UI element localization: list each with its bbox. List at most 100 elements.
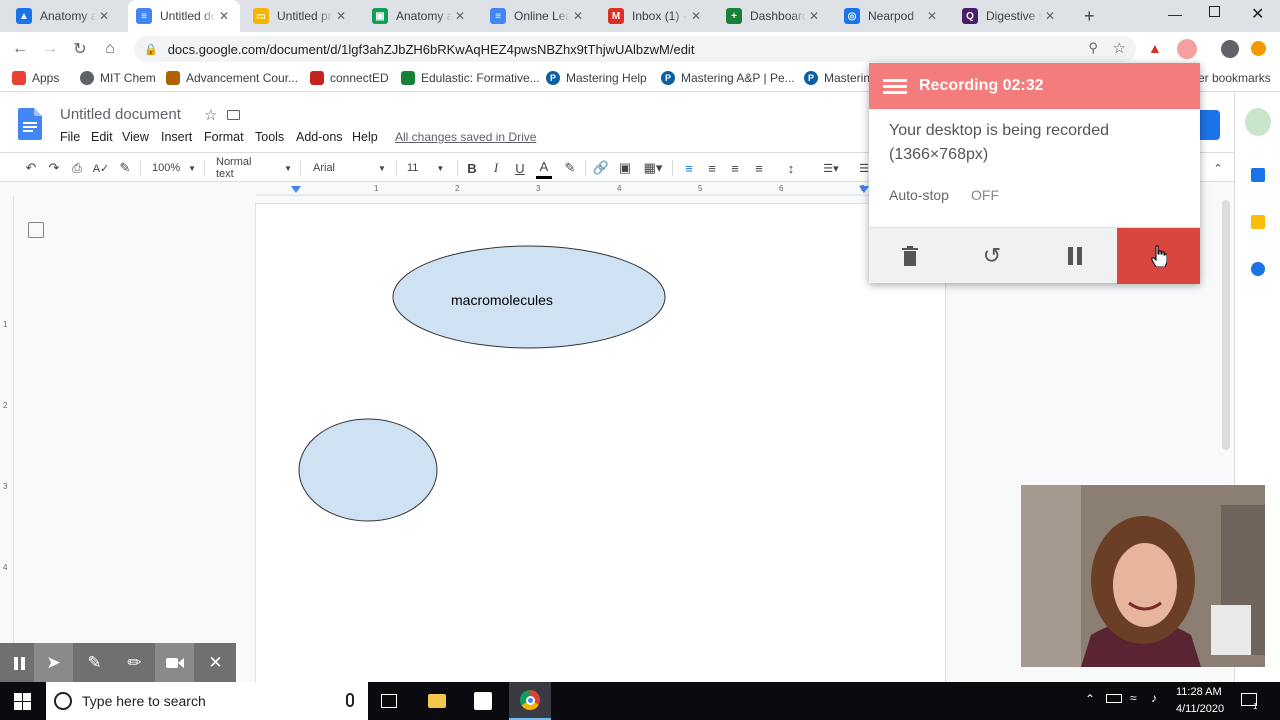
browser-tab[interactable]: ▣ Anatomy and Physiology✕: [364, 0, 476, 32]
spellcheck-icon[interactable]: A✓: [92, 157, 110, 179]
address-bar[interactable]: 🔒 docs.google.com/document/d/1lgf3ahZJbZ…: [134, 36, 1136, 62]
browser-tab[interactable]: ▭ Untitled presentation✕: [245, 0, 357, 32]
store-icon[interactable]: [474, 692, 492, 710]
text-color-icon[interactable]: A: [536, 157, 552, 179]
profile-avatar[interactable]: [1221, 40, 1239, 58]
webcam-toggle-button[interactable]: [155, 643, 194, 683]
webcam-preview[interactable]: [1021, 485, 1265, 667]
paint-format-icon[interactable]: ✎: [116, 157, 134, 179]
minimize-button[interactable]: —: [1168, 6, 1182, 22]
restart-recording-button[interactable]: ↺: [951, 228, 1033, 284]
scrollbar[interactable]: [1222, 200, 1230, 450]
pen-tool-button[interactable]: ✎: [75, 643, 114, 683]
print-icon[interactable]: ⎙: [68, 157, 86, 179]
browser-tab[interactable]: ▲ Anatomy and Physiology✕: [8, 0, 120, 32]
document-title[interactable]: Untitled document: [60, 106, 181, 123]
blank-oval[interactable]: [298, 418, 438, 522]
underline-icon[interactable]: U: [512, 157, 528, 179]
line-spacing-icon[interactable]: ↕: [782, 157, 800, 179]
bold-icon[interactable]: B: [464, 157, 480, 179]
menu-tools[interactable]: Tools: [255, 130, 284, 144]
clock-time[interactable]: 11:28 AM: [1176, 686, 1222, 698]
battery-icon[interactable]: [1106, 694, 1122, 703]
menu-view[interactable]: View: [122, 130, 149, 144]
browser-tab[interactable]: ≡ Online Learning✕: [482, 0, 594, 32]
highlighter-tool-button[interactable]: ✏: [115, 643, 154, 683]
bookmark-star-icon[interactable]: ☆: [1113, 39, 1126, 57]
bookmark-mastering-ap[interactable]: P Mastering A&P | Pe...: [661, 71, 795, 85]
calendar-icon[interactable]: [1251, 168, 1265, 182]
restore-button[interactable]: [1209, 6, 1220, 17]
menu-addons[interactable]: Add-ons: [296, 130, 343, 144]
star-icon[interactable]: ☆: [204, 106, 217, 124]
align-justify-icon[interactable]: ≡: [750, 157, 768, 179]
menu-format[interactable]: Format: [204, 130, 244, 144]
taskbar-search[interactable]: Type here to search: [46, 682, 368, 720]
extension-recorder-icon[interactable]: [1177, 39, 1197, 59]
close-window-button[interactable]: ✕: [1251, 4, 1264, 24]
document-page[interactable]: macromolecules: [256, 204, 945, 684]
image-icon[interactable]: ▦▾: [640, 157, 666, 179]
undo-icon[interactable]: ↶: [22, 157, 40, 179]
collapse-toolbar-icon[interactable]: ⌃: [1210, 157, 1226, 179]
task-view-icon[interactable]: [381, 694, 397, 708]
highlight-icon[interactable]: ✎: [562, 157, 578, 179]
forward-button[interactable]: →: [38, 37, 62, 61]
windows-start-icon[interactable]: [14, 693, 31, 710]
back-button[interactable]: ←: [8, 37, 32, 61]
new-tab-button[interactable]: +: [1084, 6, 1095, 27]
home-button[interactable]: ⌂: [98, 37, 122, 61]
tab-close-icon[interactable]: ✕: [216, 9, 232, 23]
bookmark-mit-chem[interactable]: MIT Chem: [80, 71, 156, 85]
browser-tab[interactable]: ◎ Nearpod ✕: [836, 0, 948, 32]
bookmark-masterin[interactable]: P Masterin: [804, 71, 870, 85]
bookmark-other[interactable]: er bookmarks: [1198, 71, 1271, 85]
bookmark-mastering-help[interactable]: P Mastering Help: [546, 71, 647, 85]
browser-tab[interactable]: ≡ Untitled document✕: [128, 0, 240, 32]
close-annotation-button[interactable]: ✕: [196, 643, 235, 683]
clock-date[interactable]: 4/11/2020: [1176, 703, 1224, 715]
tab-close-icon[interactable]: ✕: [570, 9, 586, 23]
link-icon[interactable]: 🔗: [592, 157, 610, 179]
browser-tab[interactable]: Q Digestive system✕: [954, 0, 1066, 32]
reload-button[interactable]: ↻: [68, 37, 92, 61]
autostop-value[interactable]: OFF: [971, 187, 999, 203]
browser-tab[interactable]: M Inbox (1) - ✕: [600, 0, 712, 32]
tab-close-icon[interactable]: ✕: [96, 9, 112, 23]
tab-close-icon[interactable]: ✕: [452, 9, 468, 23]
menu-file[interactable]: File: [60, 130, 80, 144]
zoom-select[interactable]: 100% ▼: [152, 158, 198, 178]
file-explorer-icon[interactable]: [428, 694, 446, 708]
align-center-icon[interactable]: ≡: [703, 157, 721, 179]
save-status[interactable]: All changes saved in Drive: [395, 130, 536, 144]
tab-close-icon[interactable]: ✕: [1042, 9, 1058, 23]
menu-insert[interactable]: Insert: [161, 130, 192, 144]
move-folder-icon[interactable]: [227, 110, 240, 120]
microphone-icon[interactable]: [346, 693, 354, 707]
tab-close-icon[interactable]: ✕: [333, 9, 349, 23]
bookmark-connected[interactable]: connectED: [310, 71, 389, 85]
wifi-icon[interactable]: ≈: [1130, 691, 1137, 705]
zoom-icon[interactable]: ⚲: [1088, 40, 1098, 56]
style-select[interactable]: Normal text ▼: [216, 156, 292, 180]
show-hidden-icons[interactable]: ⌃: [1085, 692, 1095, 706]
align-right-icon[interactable]: ≡: [726, 157, 744, 179]
menu-edit[interactable]: Edit: [91, 130, 113, 144]
redo-icon[interactable]: ↷: [45, 157, 63, 179]
bookmark-edulastic[interactable]: Edulastic: Formative...: [401, 71, 540, 85]
tab-close-icon[interactable]: ✕: [924, 9, 940, 23]
pause-recording-button[interactable]: [1034, 228, 1116, 284]
tasks-icon[interactable]: [1251, 262, 1265, 276]
font-size-select[interactable]: 11 ▼: [407, 158, 451, 178]
align-left-icon[interactable]: ≡: [680, 157, 698, 179]
extension-orange-icon[interactable]: [1251, 41, 1266, 56]
hamburger-menu-icon[interactable]: [883, 78, 907, 94]
browser-tab[interactable]: + Dashboard ✕: [718, 0, 830, 32]
document-outline-icon[interactable]: [28, 222, 44, 238]
menu-help[interactable]: Help: [352, 130, 378, 144]
tab-close-icon[interactable]: ✕: [806, 9, 822, 23]
bookmark-apps[interactable]: Apps: [12, 71, 59, 85]
volume-icon[interactable]: ♪: [1151, 691, 1157, 705]
explore-icon[interactable]: [1245, 108, 1271, 136]
chrome-taskbar-button[interactable]: [509, 682, 551, 720]
